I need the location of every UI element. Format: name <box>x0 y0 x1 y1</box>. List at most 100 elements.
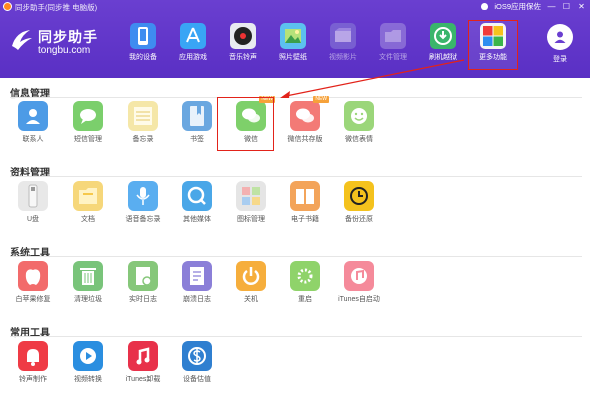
app-label: 视频转换 <box>74 376 102 383</box>
app-label: 关机 <box>244 296 258 303</box>
brand-logo: 同步助手 tongbu.com <box>8 20 108 64</box>
app-voice-memo[interactable]: 语音备忘录 <box>118 181 168 224</box>
voice-memo-icon <box>128 181 158 211</box>
app-store-icon <box>180 23 206 49</box>
flash-icon <box>430 23 456 49</box>
app-logo-icon <box>3 2 12 11</box>
app-label: iTunes卸载 <box>125 376 161 383</box>
music-disc-icon <box>230 23 256 49</box>
arrow-icon <box>280 59 465 98</box>
device-value-icon <box>182 341 212 371</box>
app-ebook[interactable]: 电子书籍 <box>280 181 330 224</box>
media-icon <box>182 181 212 211</box>
app-backup-restore[interactable]: 备份还原 <box>334 181 384 224</box>
ios9-link[interactable]: iOS9应用保佐 <box>494 1 541 12</box>
section-divider <box>10 336 582 337</box>
window-title: 同步助手(同步推 电脑版) <box>15 3 98 12</box>
device-icon <box>130 23 156 49</box>
itunes-uninstall-icon <box>128 341 158 371</box>
app-power[interactable]: 关机 <box>226 261 276 304</box>
app-label: 联系人 <box>22 136 44 143</box>
app-label: 语音备忘录 <box>125 216 161 223</box>
video-convert-icon <box>73 341 103 371</box>
app-video-convert[interactable]: 视频转换 <box>63 341 113 384</box>
app-label: 重启 <box>298 296 312 303</box>
app-label: 备份还原 <box>345 216 373 223</box>
user-icon <box>547 24 573 50</box>
ebook-icon <box>290 181 320 211</box>
section-divider <box>10 176 582 177</box>
app-itunes-uninstall[interactable]: iTunes卸载 <box>118 341 168 384</box>
app-device-value[interactable]: 设备估值 <box>172 341 222 384</box>
app-restart[interactable]: 重启 <box>280 261 330 304</box>
app-contacts[interactable]: 联系人 <box>8 101 58 144</box>
minimize-button[interactable]: — <box>547 2 556 12</box>
app-icon-manage[interactable]: 图标管理 <box>226 181 276 224</box>
app-sms[interactable]: 短信管理 <box>63 101 113 144</box>
close-button[interactable]: ✕ <box>577 2 586 12</box>
sms-icon <box>73 101 103 131</box>
app-label: 微信共存版 <box>287 136 323 143</box>
ringtone-icon <box>18 341 48 371</box>
app-label: iTunes自启动 <box>338 296 380 303</box>
login-button[interactable]: 登录 <box>543 24 577 64</box>
app-ringtone[interactable]: 铃声制作 <box>8 341 58 384</box>
white-apple-repair-icon <box>18 261 48 291</box>
wechat-dual-icon: NEW <box>290 96 329 131</box>
bookmark-icon <box>182 101 212 131</box>
section-divider <box>10 256 582 257</box>
brand-name: 同步助手 <box>38 29 98 45</box>
app-label: 电子书籍 <box>291 216 319 223</box>
login-label: 登录 <box>553 56 567 63</box>
app-label: 实时日志 <box>129 296 157 303</box>
title-bar-right: iOS9应用保佐 — ☐ ✕ <box>481 1 586 12</box>
nav-label: 应用游戏 <box>179 54 207 61</box>
app-white-apple-repair[interactable]: 白苹果修复 <box>8 261 58 304</box>
app-label: 设备估值 <box>183 376 211 383</box>
app-wechat-dual[interactable]: NEW 微信共存版 <box>280 96 330 144</box>
document-icon <box>73 181 103 211</box>
restart-icon <box>290 261 320 291</box>
app-trash-clean[interactable]: 清理垃圾 <box>63 261 113 304</box>
trash-clean-icon <box>73 261 103 291</box>
app-document[interactable]: 文档 <box>63 181 113 224</box>
app-label: 短信管理 <box>74 136 102 143</box>
app-usb-drive[interactable]: U盘 <box>8 181 58 224</box>
nav-item-music-disc[interactable]: 音乐铃声 <box>218 20 268 70</box>
app-notes[interactable]: 备忘录 <box>118 101 168 144</box>
app-label: 铃声制作 <box>19 376 47 383</box>
wechat-emoji-icon <box>344 101 374 131</box>
folder-icon <box>380 23 406 49</box>
nav-item-app-store[interactable]: 应用游戏 <box>168 20 218 70</box>
app-crash-log[interactable]: 崩溃日志 <box>172 261 222 304</box>
wechat-highlight-box <box>217 97 274 151</box>
app-label: 微信表情 <box>345 136 373 143</box>
app-label: 其他媒体 <box>183 216 211 223</box>
app-itunes-autostart[interactable]: iTunes自启动 <box>334 261 384 304</box>
maximize-button[interactable]: ☐ <box>562 2 571 12</box>
icon-manage-icon <box>236 181 266 211</box>
photo-icon <box>280 23 306 49</box>
brand-mark-icon <box>12 30 32 50</box>
crash-log-icon <box>182 261 212 291</box>
app-label: 崩溃日志 <box>183 296 211 303</box>
nav-item-device[interactable]: 我的设备 <box>118 20 168 70</box>
app-label: 文档 <box>81 216 95 223</box>
apple-icon <box>481 3 489 10</box>
app-label: U盘 <box>26 216 40 223</box>
app-label: 清理垃圾 <box>74 296 102 303</box>
app-label: 白苹果修复 <box>15 296 51 303</box>
app-media[interactable]: 其他媒体 <box>172 181 222 224</box>
brand-url: tongbu.com <box>38 45 91 56</box>
app-wechat-emoji[interactable]: 微信表情 <box>334 101 384 144</box>
app-bookmark[interactable]: 书签 <box>172 101 222 144</box>
nav-item-more-grid[interactable]: 更多功能 <box>468 20 518 70</box>
notes-icon <box>128 101 158 131</box>
nav-label: 我的设备 <box>129 54 157 61</box>
video-icon <box>330 23 356 49</box>
app-label: 备忘录 <box>132 136 154 143</box>
app-realtime-log[interactable]: 实时日志 <box>118 261 168 304</box>
backup-restore-icon <box>344 181 374 211</box>
title-bar: 同步助手(同步推 电脑版) iOS9应用保佐 — ☐ ✕ <box>0 0 590 14</box>
app-label: 书签 <box>190 136 204 143</box>
